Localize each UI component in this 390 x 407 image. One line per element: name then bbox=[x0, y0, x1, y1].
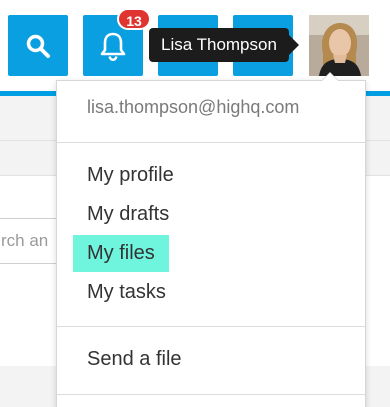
notification-badge: 13 bbox=[117, 8, 151, 30]
user-menu: lisa.thompson@highq.com My profile My dr… bbox=[56, 72, 366, 407]
menu-divider bbox=[57, 394, 365, 395]
menu-item-my-profile[interactable]: My profile bbox=[73, 157, 188, 194]
avatar[interactable] bbox=[309, 15, 369, 76]
menu-divider bbox=[57, 326, 365, 327]
menu-item-my-files[interactable]: My files bbox=[73, 235, 169, 272]
menu-item-send-a-file[interactable]: Send a file bbox=[73, 341, 196, 378]
user-email: lisa.thompson@highq.com bbox=[87, 97, 300, 117]
menu-item-my-drafts[interactable]: My drafts bbox=[73, 196, 183, 233]
menu-item-my-tasks[interactable]: My tasks bbox=[73, 274, 180, 311]
search-button[interactable] bbox=[8, 15, 68, 76]
menu-divider bbox=[57, 142, 365, 143]
bell-icon bbox=[98, 30, 128, 62]
page: rch an 13 Lisa Thompson lisa.thompson@hi… bbox=[0, 0, 390, 407]
user-name-tooltip: Lisa Thompson bbox=[149, 28, 299, 62]
search-icon bbox=[25, 33, 51, 59]
